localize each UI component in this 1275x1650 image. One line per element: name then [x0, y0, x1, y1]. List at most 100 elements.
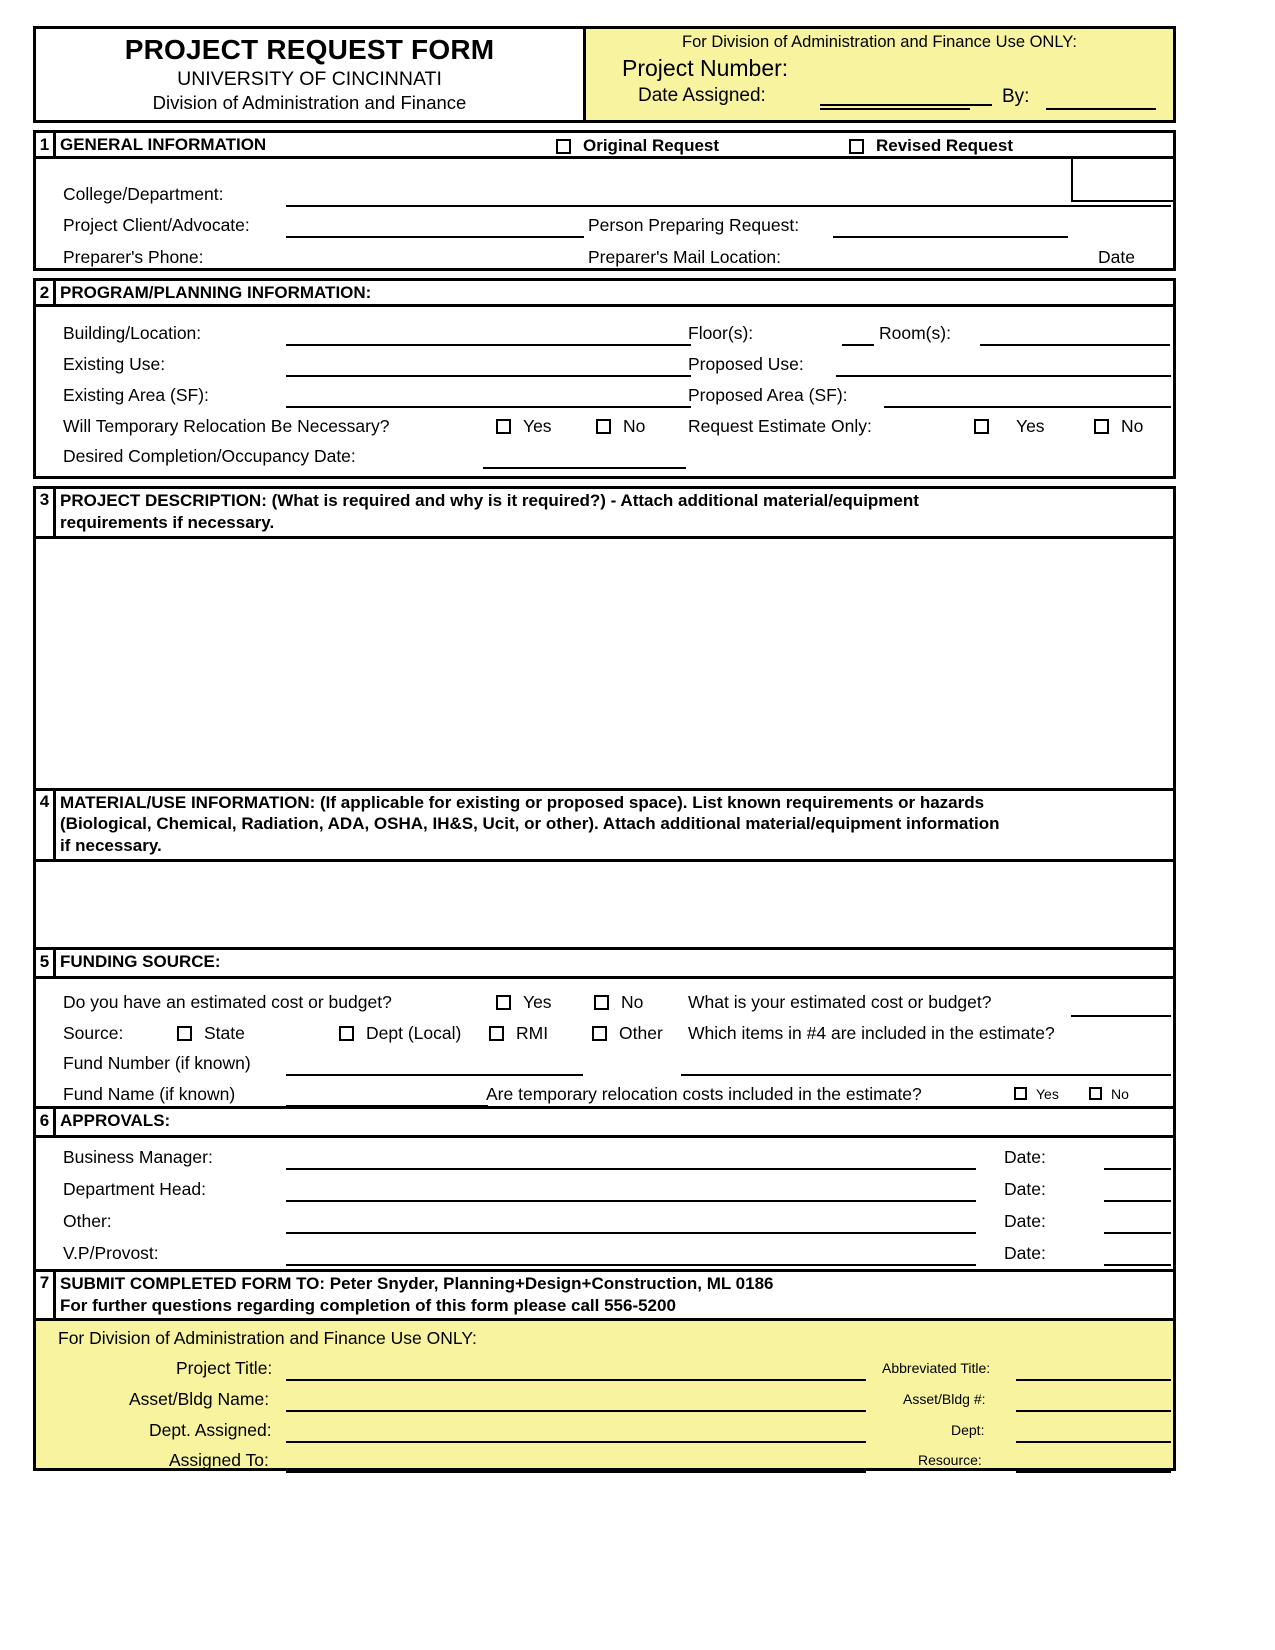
- existing-area-label: Existing Area (SF):: [63, 385, 209, 405]
- resource-field[interactable]: [1016, 1471, 1171, 1474]
- asset-bldg-number-label: Asset/Bldg #:: [903, 1391, 986, 1408]
- source-rmi-checkbox[interactable]: [489, 1025, 504, 1044]
- relocation-yes-checkbox[interactable]: [496, 419, 511, 437]
- section-3-description-area[interactable]: [33, 538, 1176, 791]
- section-4-number: 4: [36, 790, 56, 859]
- university-name: UNIVERSITY OF CINCINNATI: [177, 68, 442, 90]
- proposed-use-field[interactable]: [836, 375, 1171, 377]
- dept-field[interactable]: [1016, 1441, 1171, 1444]
- vp-provost-date-field[interactable]: [1104, 1263, 1171, 1266]
- proposed-area-field[interactable]: [884, 406, 1171, 408]
- revised-request-checkbox[interactable]: [849, 136, 864, 158]
- approval-row-date-label: Date:: [1004, 1146, 1046, 1167]
- source-dept-local-label: Dept (Local): [366, 1022, 462, 1043]
- fund-number-label: Fund Number (if known): [63, 1052, 251, 1073]
- fund-name-field[interactable]: [286, 1104, 488, 1107]
- relocation-costs-no-checkbox[interactable]: [1089, 1086, 1102, 1104]
- approval-row-label: Business Manager:: [63, 1146, 213, 1167]
- estimate-only-yes-label: Yes: [1016, 416, 1045, 436]
- submit-instruction-line-2: For further questions regarding completi…: [60, 1295, 676, 1315]
- budget-yes-checkbox[interactable]: [496, 994, 511, 1013]
- preparers-mail-field[interactable]: [821, 268, 976, 270]
- estimate-only-label: Request Estimate Only:: [688, 416, 872, 436]
- relocation-question-label: Will Temporary Relocation Be Necessary?: [63, 416, 390, 436]
- estimated-cost-field[interactable]: [1071, 1014, 1171, 1017]
- completion-date-field[interactable]: [483, 467, 686, 469]
- division-name: Division of Administration and Finance: [152, 91, 467, 113]
- spacer: [33, 271, 1176, 278]
- existing-use-field[interactable]: [286, 375, 691, 377]
- building-location-field[interactable]: [286, 344, 691, 346]
- dept-assigned-field[interactable]: [286, 1441, 866, 1444]
- date-assigned-field[interactable]: [820, 108, 970, 110]
- project-client-field[interactable]: [286, 236, 584, 238]
- form-title-block: PROJECT REQUEST FORM UNIVERSITY OF CINCI…: [36, 29, 586, 120]
- section-2-title: PROGRAM/PLANNING INFORMATION:: [60, 283, 372, 302]
- vp-provost-signature-field[interactable]: [286, 1263, 976, 1266]
- relocation-no-label: No: [623, 416, 646, 436]
- fund-number-field[interactable]: [286, 1073, 583, 1076]
- relocation-no-checkbox[interactable]: [596, 419, 611, 437]
- section-6-title: APPROVALS:: [60, 1110, 171, 1130]
- person-preparing-label: Person Preparing Request:: [588, 215, 800, 235]
- estimate-only-no-checkbox[interactable]: [1094, 419, 1109, 437]
- divider-vertical: [1071, 159, 1073, 200]
- revised-request-label: Revised Request: [876, 136, 1013, 155]
- footer-use-only-note: For Division of Administration and Finan…: [58, 1328, 477, 1349]
- original-request-checkbox[interactable]: [556, 136, 571, 158]
- preparers-phone-field[interactable]: [286, 268, 584, 270]
- source-state-checkbox[interactable]: [177, 1025, 192, 1044]
- relocation-yes-label: Yes: [523, 416, 552, 436]
- section-4-header: 4 MATERIAL/USE INFORMATION: (If applicab…: [33, 790, 1176, 862]
- estimated-cost-question-label: What is your estimated cost or budget?: [688, 991, 992, 1012]
- relocation-costs-question-label: Are temporary relocation costs included …: [486, 1083, 922, 1104]
- floors-field[interactable]: [842, 344, 874, 346]
- college-department-field[interactable]: [286, 205, 1171, 207]
- section-6-header: 6 APPROVALS:: [33, 1108, 1176, 1138]
- source-other-label: Other: [619, 1022, 663, 1043]
- department-head-date-field[interactable]: [1104, 1199, 1171, 1202]
- relocation-costs-yes-checkbox[interactable]: [1014, 1086, 1027, 1104]
- resource-label: Resource:: [918, 1452, 982, 1469]
- abbreviated-title-label: Abbreviated Title:: [882, 1360, 991, 1377]
- date-assigned-label: Date Assigned:: [638, 85, 766, 106]
- section-4-material-area[interactable]: [33, 861, 1176, 950]
- section-3-title-line-2: requirements if necessary.: [60, 512, 275, 532]
- form-header: PROJECT REQUEST FORM UNIVERSITY OF CINCI…: [33, 26, 1176, 123]
- abbreviated-title-field[interactable]: [1016, 1379, 1171, 1382]
- project-title-label: Project Title:: [176, 1358, 273, 1379]
- source-state-label: State: [204, 1022, 245, 1043]
- section-5-number: 5: [36, 949, 56, 976]
- rooms-field[interactable]: [980, 344, 1170, 346]
- source-dept-local-checkbox[interactable]: [339, 1025, 354, 1044]
- project-number-field[interactable]: [820, 104, 992, 106]
- section-3-header: 3 PROJECT DESCRIPTION: (What is required…: [33, 486, 1176, 539]
- proposed-use-label: Proposed Use:: [688, 354, 804, 374]
- page-title: PROJECT REQUEST FORM: [124, 34, 495, 65]
- source-other-checkbox[interactable]: [592, 1025, 607, 1044]
- relocation-costs-yes-label: Yes: [1036, 1085, 1059, 1102]
- existing-area-field[interactable]: [286, 406, 691, 408]
- budget-no-checkbox[interactable]: [594, 994, 609, 1013]
- section-6-body: Business Manager: Date: Department Head:…: [33, 1137, 1176, 1272]
- asset-bldg-number-field[interactable]: [1016, 1410, 1171, 1413]
- section-5-header: 5 FUNDING SOURCE:: [33, 949, 1176, 979]
- business-manager-signature-field[interactable]: [286, 1167, 976, 1170]
- other-date-field[interactable]: [1104, 1231, 1171, 1234]
- items-in-estimate-field[interactable]: [681, 1073, 1171, 1076]
- section-2-body: Building/Location: Floor(s): Room(s): Ex…: [33, 307, 1176, 479]
- section-1-header: 1 GENERAL INFORMATION Original Request R…: [33, 130, 1176, 159]
- asset-bldg-name-field[interactable]: [286, 1410, 866, 1413]
- business-manager-date-field[interactable]: [1104, 1167, 1171, 1170]
- assigned-by-field[interactable]: [1046, 108, 1156, 110]
- assigned-to-field[interactable]: [286, 1471, 866, 1474]
- project-title-field[interactable]: [286, 1379, 866, 1382]
- building-location-label: Building/Location:: [63, 323, 202, 343]
- items-in-estimate-question-label: Which items in #4 are included in the es…: [688, 1022, 1055, 1043]
- budget-no-label: No: [621, 991, 644, 1012]
- person-preparing-field[interactable]: [833, 236, 1068, 238]
- department-head-signature-field[interactable]: [286, 1199, 976, 1202]
- assigned-to-label: Assigned To:: [169, 1450, 269, 1471]
- other-signature-field[interactable]: [286, 1231, 976, 1234]
- estimate-only-yes-checkbox[interactable]: [974, 419, 989, 437]
